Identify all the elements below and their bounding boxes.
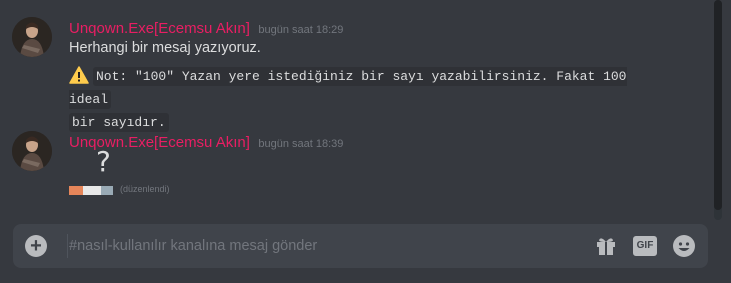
message-composer: + GIF — [13, 224, 708, 268]
message-text: Herhangi bir mesaj yazıyoruz. — [69, 40, 261, 56]
message-input[interactable] — [69, 224, 569, 268]
username[interactable]: Unqown.Exe[Ecemsu Akın] — [69, 20, 250, 37]
note-block: Not: "100" Yazan yere istediğiniz bir sa… — [69, 65, 669, 134]
scrollbar-thumb[interactable] — [714, 0, 722, 210]
timestamp: bugün saat 18:39 — [258, 138, 344, 150]
message-header: Unqown.Exe[Ecemsu Akın] bugün saat 18:29 — [69, 20, 343, 40]
note-line-1: Not: "100" Yazan yere istediğiniz bir sa… — [69, 67, 627, 109]
divider — [67, 234, 68, 258]
cigarette-emoji — [69, 182, 113, 195]
avatar[interactable] — [12, 131, 52, 171]
warning-icon — [69, 66, 89, 84]
timestamp: bugün saat 18:29 — [258, 24, 344, 36]
avatar[interactable] — [12, 17, 52, 57]
edited-label: (düzenlendi) — [120, 184, 170, 194]
gift-icon[interactable] — [595, 235, 617, 257]
note-line-2: bir sayıdır. — [69, 113, 169, 132]
chat-area: Unqown.Exe[Ecemsu Akın] bugün saat 18:29… — [0, 0, 731, 224]
question-mark-emoji: ? — [96, 145, 111, 178]
add-attachment-button[interactable]: + — [25, 235, 47, 257]
emoji-icon[interactable] — [672, 234, 696, 258]
gif-button[interactable]: GIF — [633, 236, 657, 256]
